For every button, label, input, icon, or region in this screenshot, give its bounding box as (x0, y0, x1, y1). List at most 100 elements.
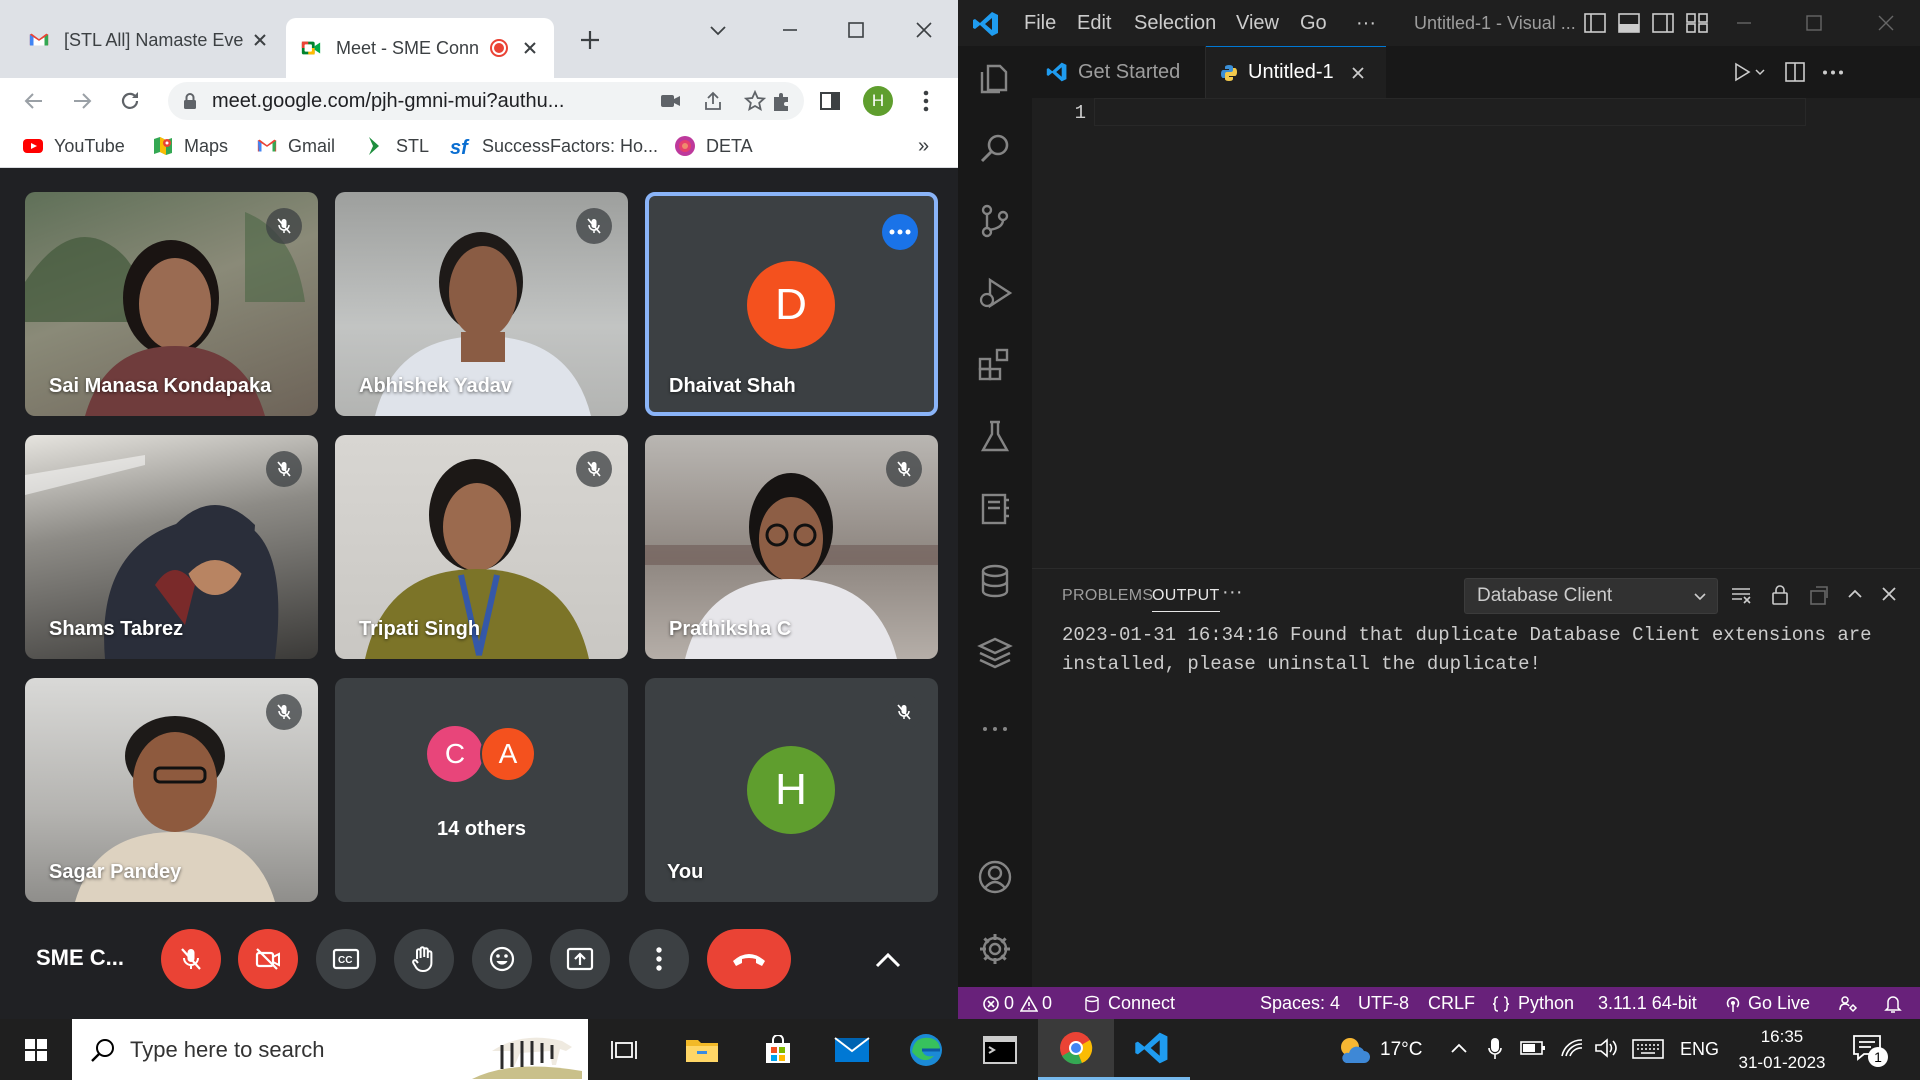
action-center-button[interactable]: 1 (1852, 1033, 1888, 1067)
chrome-menu-button[interactable] (910, 85, 942, 117)
taskbar-store[interactable] (740, 1019, 816, 1080)
open-in-editor-icon[interactable] (1808, 584, 1830, 606)
panel-more-button[interactable]: ··· (1222, 581, 1243, 604)
participant-tile[interactable]: Tripati Singh (335, 435, 628, 659)
participant-tile[interactable]: Prathiksha C (645, 435, 938, 659)
clock[interactable]: 16:35 31-01-2023 (1732, 1019, 1832, 1080)
close-tab-icon[interactable] (520, 38, 540, 58)
settings-gear-icon[interactable] (976, 930, 1014, 968)
indentation-status[interactable]: Spaces: 4 (1260, 993, 1340, 1014)
captions-button[interactable]: CC (316, 929, 376, 989)
back-button[interactable] (18, 85, 50, 117)
close-tab-icon[interactable] (250, 30, 270, 50)
tab-search-button[interactable] (698, 10, 738, 50)
taskbar-terminal[interactable] (962, 1019, 1038, 1080)
extensions-button[interactable] (766, 85, 798, 117)
toggle-panel-icon[interactable] (1618, 13, 1640, 33)
bookmark-star-icon[interactable] (744, 90, 766, 112)
keyboard-icon[interactable] (1632, 1038, 1664, 1060)
camera-in-use-icon[interactable] (660, 91, 682, 111)
encoding-status[interactable]: UTF-8 (1358, 993, 1409, 1014)
database-icon[interactable] (976, 562, 1014, 600)
wifi-icon[interactable] (1560, 1038, 1584, 1058)
meeting-name[interactable]: SME C... (36, 945, 124, 971)
notebook-icon[interactable] (976, 490, 1014, 528)
bookmark-successfactors[interactable]: sf SuccessFactors: Ho... (450, 132, 658, 160)
go-live-status[interactable]: Go Live (1724, 993, 1810, 1014)
participant-tile[interactable]: Sai Manasa Kondapaka (25, 192, 318, 416)
explorer-icon[interactable] (976, 60, 1014, 98)
search-icon[interactable] (976, 130, 1014, 168)
taskbar-vscode[interactable] (1114, 1019, 1190, 1080)
taskbar-mail[interactable] (814, 1019, 890, 1080)
maximize-button[interactable] (836, 10, 876, 50)
notifications-bell-icon[interactable] (1884, 994, 1902, 1014)
reload-button[interactable] (114, 85, 146, 117)
interpreter-status[interactable]: 3.11.1 64-bit (1598, 993, 1697, 1014)
address-bar[interactable]: meet.google.com/pjh-gmni-mui?authu... (168, 82, 804, 120)
raise-hand-button[interactable] (394, 929, 454, 989)
profile-button[interactable]: H (862, 85, 894, 117)
close-icon[interactable] (1876, 13, 1896, 33)
run-debug-icon[interactable] (976, 274, 1014, 312)
bookmark-maps[interactable]: Maps (152, 132, 228, 160)
customize-layout-icon[interactable] (1686, 13, 1708, 33)
language-status[interactable]: Python (1492, 993, 1574, 1014)
more-options-button[interactable] (882, 214, 918, 250)
bookmark-stl[interactable]: STL (364, 132, 429, 160)
menu-view[interactable]: View (1236, 12, 1279, 35)
feedback-icon[interactable] (1838, 994, 1858, 1014)
weather-widget[interactable]: 17°C (1336, 1019, 1422, 1080)
side-panel-button[interactable] (814, 85, 846, 117)
code-editor[interactable]: 1 (1032, 98, 1920, 568)
source-control-icon[interactable] (976, 202, 1014, 240)
layers-icon[interactable] (976, 634, 1014, 672)
forward-button[interactable] (66, 85, 98, 117)
expand-controls-button[interactable] (870, 945, 906, 975)
emoji-reaction-button[interactable] (472, 929, 532, 989)
tab-problems[interactable]: PROBLEMS (1062, 587, 1153, 605)
tab-gmail[interactable]: [STL All] Namaste Ever (14, 18, 284, 62)
minimize-button[interactable] (770, 10, 810, 50)
split-editor-icon[interactable] (1784, 61, 1806, 83)
testing-icon[interactable] (976, 418, 1014, 456)
others-tile[interactable]: C A 14 others (335, 678, 628, 902)
accounts-icon[interactable] (976, 858, 1014, 896)
self-tile[interactable]: H You (645, 678, 938, 902)
battery-icon[interactable] (1520, 1040, 1546, 1056)
share-icon[interactable] (702, 90, 724, 112)
toggle-secondary-sidebar-icon[interactable] (1652, 13, 1674, 33)
more-bookmarks-button[interactable]: » (918, 132, 929, 160)
close-tab-icon[interactable] (1350, 65, 1366, 81)
chevron-up-icon[interactable] (1450, 1041, 1468, 1055)
mic-toggle-button[interactable] (161, 929, 221, 989)
taskbar-edge[interactable] (888, 1019, 964, 1080)
bookmark-youtube[interactable]: YouTube (22, 132, 125, 160)
camera-toggle-button[interactable] (238, 929, 298, 989)
present-screen-button[interactable] (550, 929, 610, 989)
task-view-button[interactable] (588, 1019, 660, 1080)
eol-status[interactable]: CRLF (1428, 993, 1475, 1014)
tab-untitled-1[interactable]: Untitled-1 (1206, 46, 1386, 98)
participant-tile-active-speaker[interactable]: D Dhaivat Shah (645, 192, 938, 416)
menu-edit[interactable]: Edit (1077, 12, 1111, 35)
new-tab-button[interactable] (570, 20, 610, 60)
run-file-icon[interactable] (1732, 62, 1752, 82)
taskbar-chrome[interactable] (1038, 1019, 1114, 1080)
minimize-icon[interactable] (1734, 13, 1754, 33)
more-options-button[interactable] (629, 929, 689, 989)
bookmark-gmail[interactable]: Gmail (256, 132, 335, 160)
close-window-button[interactable] (904, 10, 944, 50)
output-channel-select[interactable]: Database Client (1464, 578, 1718, 614)
bookmark-deta[interactable]: DETA (674, 132, 753, 160)
menu-go[interactable]: Go (1300, 12, 1327, 35)
toggle-sidebar-icon[interactable] (1584, 13, 1606, 33)
more-actions-icon[interactable] (1822, 70, 1844, 75)
tab-meet[interactable]: Meet - SME Conn (286, 18, 554, 78)
maximize-icon[interactable] (1804, 13, 1824, 33)
more-views-icon[interactable] (976, 710, 1014, 748)
problems-status[interactable]: 0 0 (982, 993, 1052, 1014)
start-button[interactable] (0, 1019, 72, 1080)
lock-scroll-icon[interactable] (1770, 584, 1790, 606)
tab-get-started[interactable]: Get Started (1032, 46, 1206, 98)
